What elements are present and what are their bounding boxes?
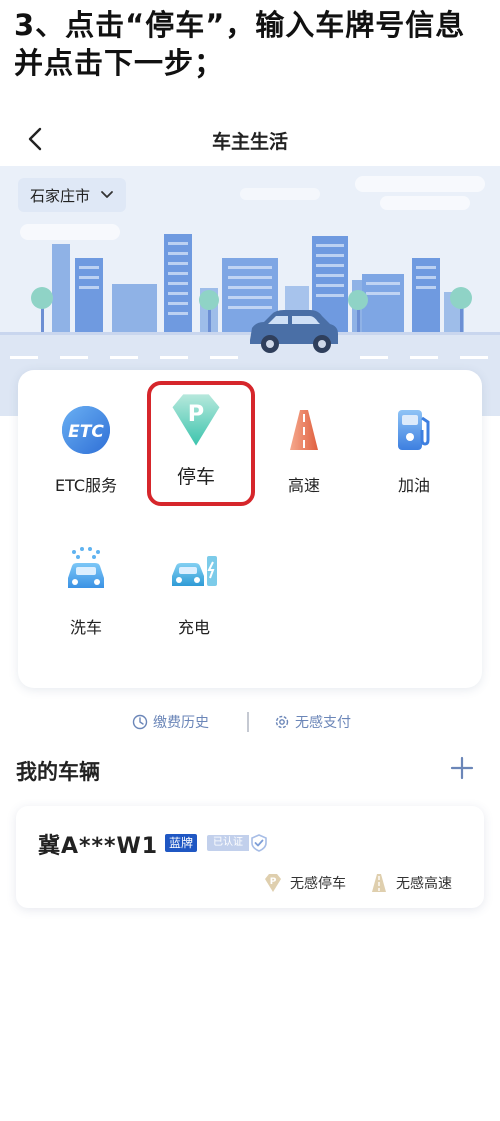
seamless-pay-label: 无感支付 xyxy=(295,715,351,731)
my-vehicles-title: 我的车辆 xyxy=(16,760,100,784)
gear-icon xyxy=(275,715,289,729)
service-charging-label: 充电 xyxy=(177,618,210,637)
feature-seamless-parking[interactable]: P 无感停车 xyxy=(262,872,346,894)
city-name: 石家庄市 xyxy=(30,186,91,205)
services-card: ETC ETC服务 P 停车 高速 加油 洗车 充电 xyxy=(18,370,482,688)
service-fuel[interactable]: 加油 xyxy=(364,400,464,496)
seamless-pay-link[interactable]: 无感支付 xyxy=(274,712,351,732)
service-carwash[interactable]: 洗车 xyxy=(36,542,136,638)
highway-icon xyxy=(290,410,318,450)
plus-icon xyxy=(450,756,474,780)
quick-links: 缴费历史 无感支付 xyxy=(0,712,500,736)
clock-icon xyxy=(132,714,148,730)
etc-icon: ETC xyxy=(62,406,110,454)
service-fuel-label: 加油 xyxy=(397,476,430,495)
service-charging[interactable]: 充电 xyxy=(144,542,244,638)
parking-badge-icon: P xyxy=(265,874,281,892)
service-etc-label: ETC服务 xyxy=(54,476,118,495)
service-carwash-label: 洗车 xyxy=(69,618,102,637)
service-etc[interactable]: ETC ETC服务 xyxy=(36,400,136,496)
feature-parking-label: 无感停车 xyxy=(290,876,346,892)
payment-history-link[interactable]: 缴费历史 xyxy=(132,712,209,732)
feature-highway-label: 无感高速 xyxy=(396,876,452,892)
verified-badge: 已认证 xyxy=(207,833,269,853)
shield-check-icon xyxy=(251,834,267,852)
svg-text:P: P xyxy=(270,877,277,887)
verified-label: 已认证 xyxy=(207,835,249,851)
feature-seamless-highway[interactable]: 无感高速 xyxy=(368,872,452,894)
plate-color-badge: 蓝牌 xyxy=(165,834,198,852)
charging-icon xyxy=(172,556,217,586)
instruction-text: 3、点击“停车”，输入车牌号信息 并点击下一步； xyxy=(14,6,494,82)
instruction-line-2: 并点击下一步； xyxy=(14,46,225,80)
city-selector[interactable]: 石家庄市 xyxy=(18,178,127,212)
service-highway-label: 高速 xyxy=(287,476,320,495)
highlight-box xyxy=(147,381,255,506)
divider xyxy=(247,712,249,732)
license-plate: 冀A***W1 xyxy=(38,834,159,859)
vehicle-card[interactable]: 冀A***W1 蓝牌 已认证 P 无感停车 无感高速 xyxy=(16,806,484,908)
page-title: 车主生活 xyxy=(211,131,288,153)
highway-badge-icon xyxy=(372,874,386,892)
car-wash-icon xyxy=(68,547,104,588)
service-highway[interactable]: 高速 xyxy=(254,400,354,496)
add-vehicle-button[interactable] xyxy=(448,754,476,782)
svg-text:ETC: ETC xyxy=(68,422,104,442)
fuel-icon xyxy=(398,410,430,450)
payment-history-label: 缴费历史 xyxy=(153,715,209,731)
chevron-down-icon xyxy=(101,191,113,198)
instruction-line-1: 3、点击“停车”，输入车牌号信息 xyxy=(14,8,466,42)
nav-bar: 车主生活 xyxy=(0,118,500,162)
